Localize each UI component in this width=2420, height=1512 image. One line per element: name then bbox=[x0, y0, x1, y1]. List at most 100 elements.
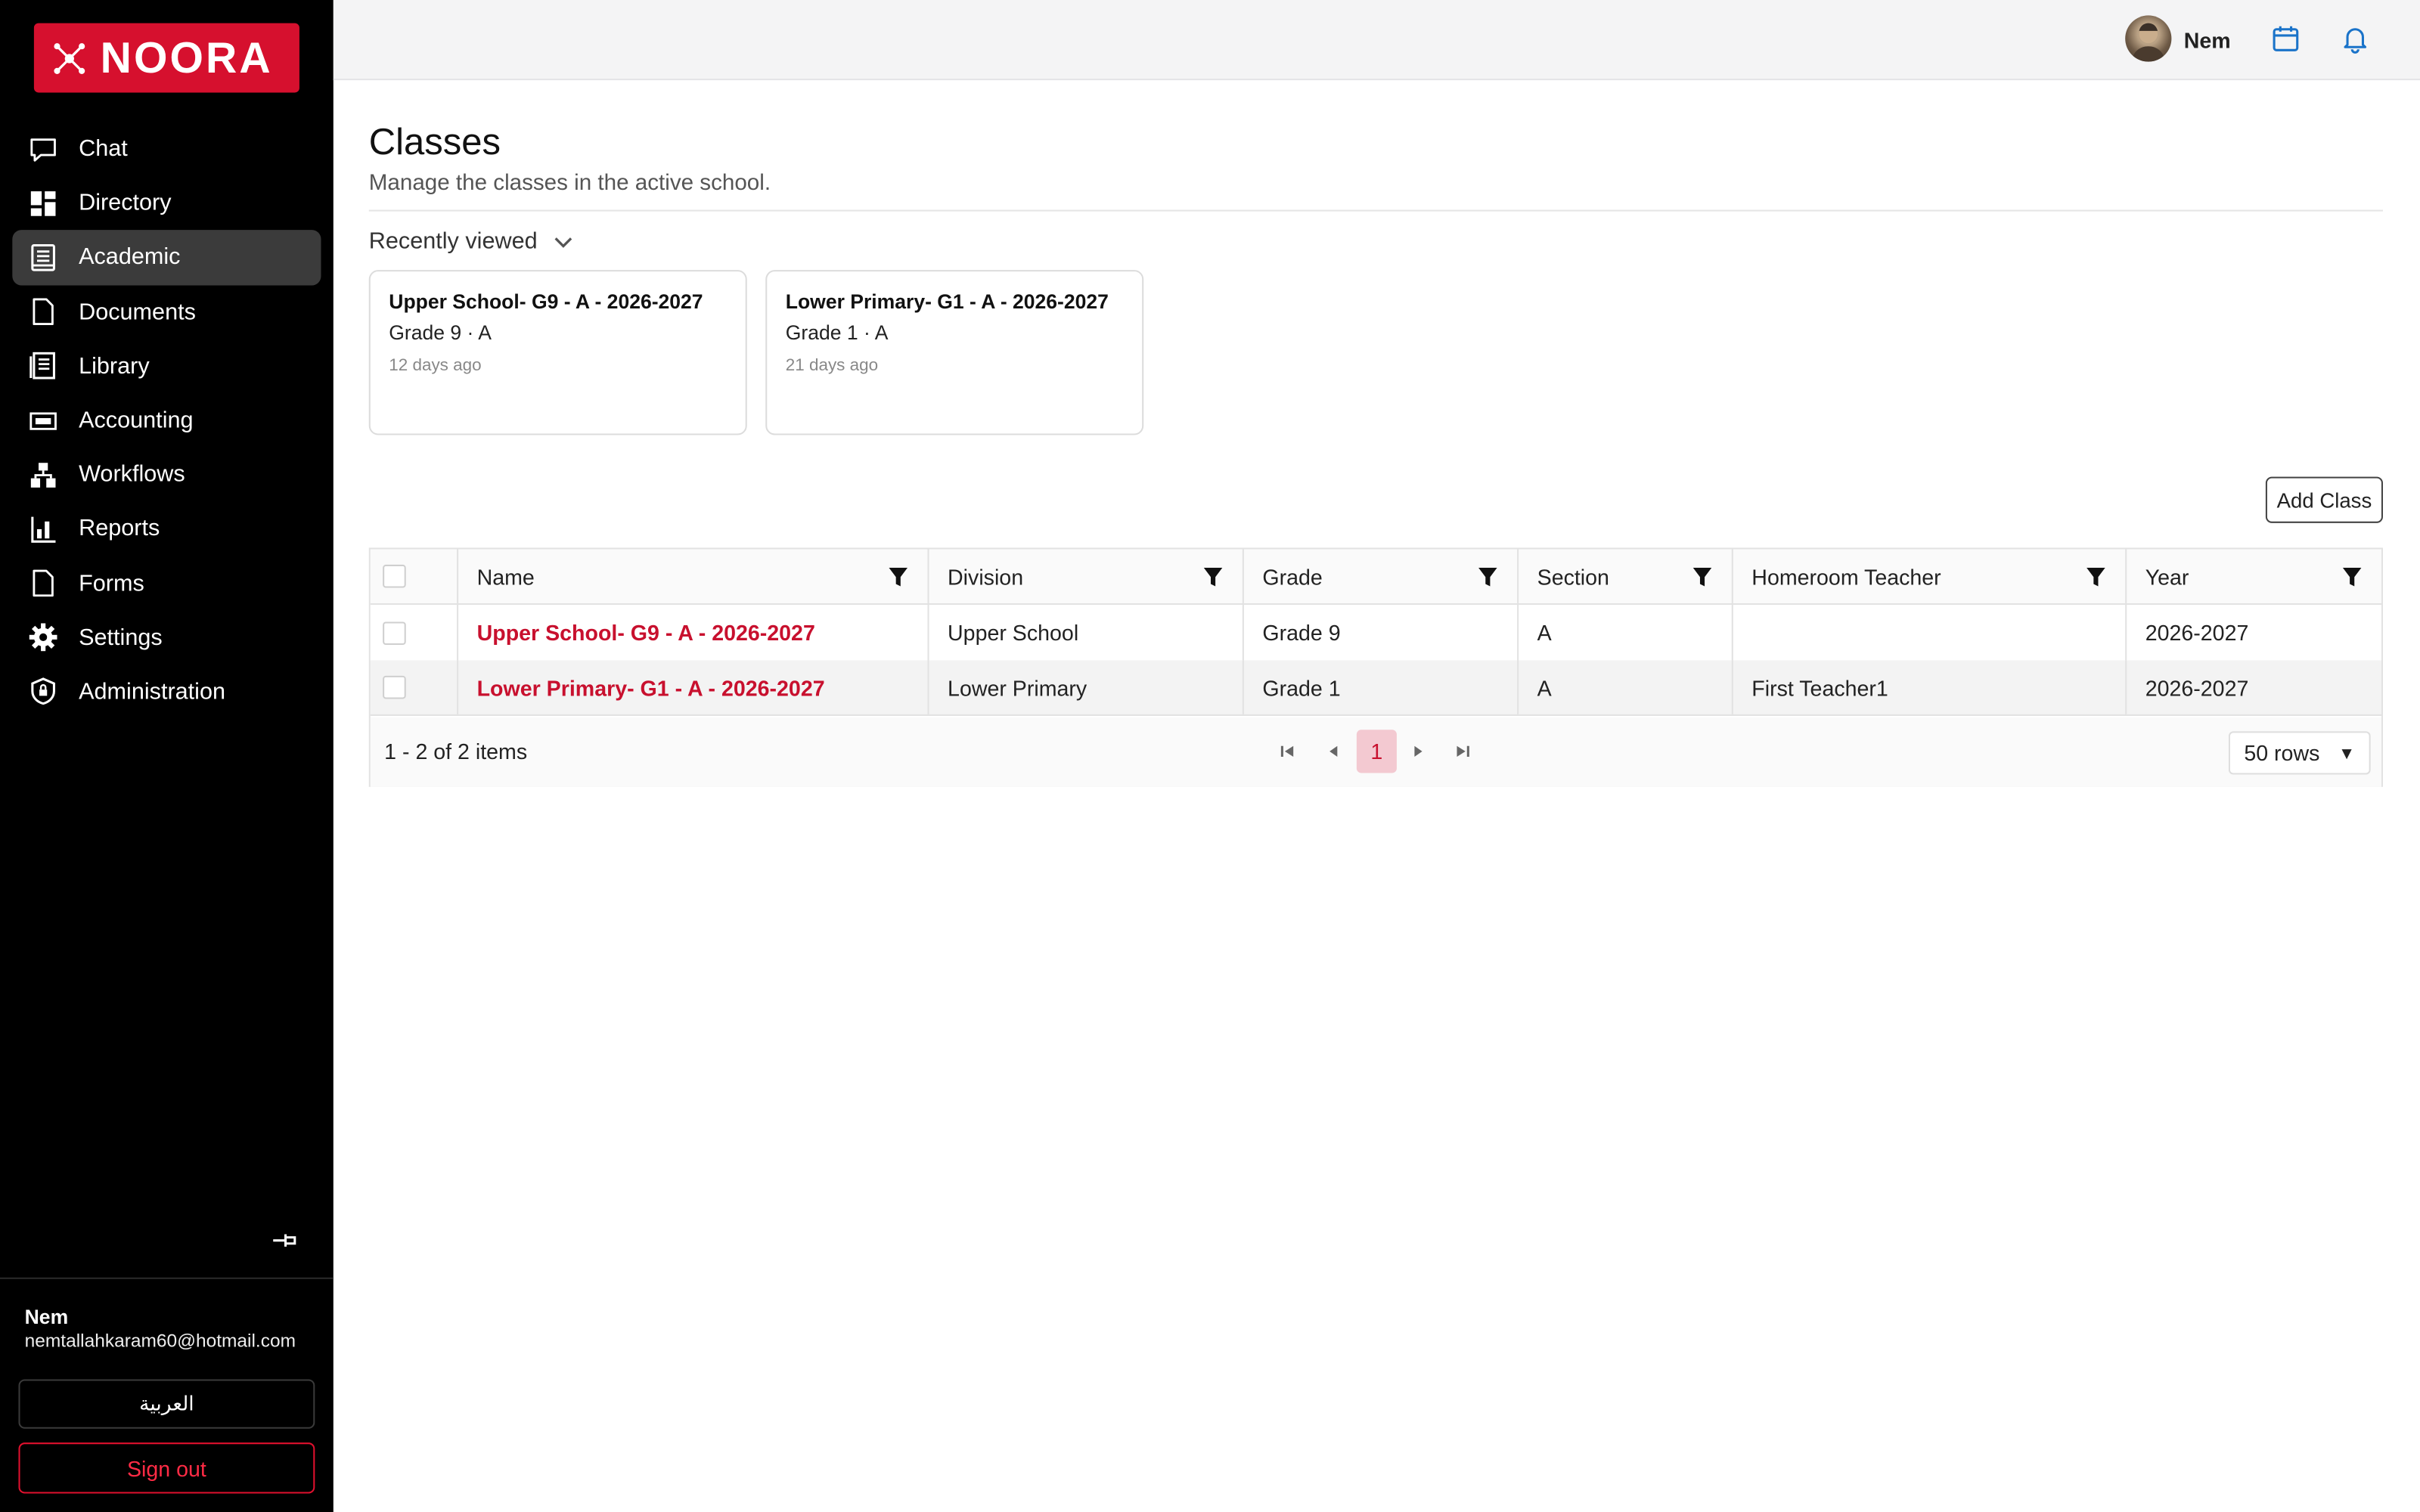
rows-per-page-select[interactable]: 50 rows ▼ bbox=[2228, 731, 2371, 775]
sidebar-user-email: nemtallahkaram60@hotmail.com bbox=[24, 1330, 296, 1352]
sidebar-item-directory[interactable]: Directory bbox=[12, 176, 321, 231]
row-select-cell bbox=[371, 604, 459, 661]
sidebar-item-label: Settings bbox=[79, 624, 163, 651]
column-header-homeroom-teacher[interactable]: Homeroom Teacher bbox=[1733, 549, 2127, 603]
bell-icon[interactable] bbox=[2337, 20, 2374, 57]
column-header-grade[interactable]: Grade bbox=[1244, 549, 1519, 603]
page-number-button[interactable]: 1 bbox=[1356, 730, 1397, 773]
sidebar-user-name: Nem bbox=[24, 1305, 69, 1329]
classes-table: Name Division Grade Section Homeroom Tea… bbox=[368, 547, 2383, 787]
sidebar-item-academic[interactable]: Academic bbox=[12, 230, 321, 285]
add-class-button[interactable]: Add Class bbox=[2265, 476, 2383, 523]
filter-icon[interactable] bbox=[1692, 566, 1714, 588]
logo-text: NOORA bbox=[100, 33, 273, 82]
filter-icon[interactable] bbox=[1477, 566, 1499, 588]
column-header-label: Name bbox=[476, 563, 535, 589]
year-cell: 2026-2027 bbox=[2145, 674, 2249, 700]
money-icon bbox=[28, 405, 59, 436]
top-user-name[interactable]: Nem bbox=[2184, 28, 2231, 53]
sidebar-item-forms[interactable]: Forms bbox=[12, 556, 321, 611]
filter-icon[interactable] bbox=[887, 566, 909, 588]
table-header-row: Name Division Grade Section Homeroom Tea… bbox=[370, 549, 2381, 605]
pager-info: 1 - 2 of 2 items bbox=[384, 739, 528, 764]
shield-icon bbox=[28, 677, 59, 708]
recent-card-time: 21 days ago bbox=[785, 356, 879, 375]
sidebar-item-label: Academic bbox=[79, 244, 181, 271]
previous-page-icon[interactable] bbox=[1320, 738, 1348, 766]
sidebar-item-accounting[interactable]: Accounting bbox=[12, 393, 321, 448]
sidebar-item-workflows[interactable]: Workflows bbox=[12, 448, 321, 502]
sign-out-button[interactable]: Sign out bbox=[18, 1442, 315, 1494]
sidebar-item-label: Documents bbox=[79, 299, 196, 325]
first-page-icon[interactable] bbox=[1274, 738, 1302, 766]
document-icon bbox=[28, 296, 59, 327]
sidebar-item-documents[interactable]: Documents bbox=[12, 285, 321, 339]
avatar[interactable] bbox=[2125, 15, 2172, 62]
sidebar-item-administration[interactable]: Administration bbox=[12, 665, 321, 719]
sidebar-nav: Chat Directory Academic Documents Librar… bbox=[12, 122, 321, 719]
year-cell: 2026-2027 bbox=[2145, 620, 2249, 646]
homeroom-teacher-cell: First Teacher1 bbox=[1733, 660, 2127, 714]
sidebar-item-label: Library bbox=[79, 353, 150, 380]
recent-card[interactable]: Upper School- G9 - A - 2026-2027 Grade 9… bbox=[368, 270, 747, 435]
app-logo[interactable]: NOORA bbox=[33, 23, 299, 93]
column-header-label: Grade bbox=[1262, 563, 1323, 589]
book-icon bbox=[28, 242, 59, 273]
top-bar: Nem bbox=[333, 0, 2420, 81]
sidebar-item-label: Directory bbox=[79, 190, 172, 217]
divider bbox=[368, 209, 2383, 212]
recent-card-subtitle: Grade 9 · A bbox=[389, 321, 492, 345]
last-page-icon[interactable] bbox=[1449, 738, 1477, 766]
sidebar: NOORA Chat Directory Academic Documents … bbox=[0, 0, 334, 1512]
caret-down-icon: ▼ bbox=[2338, 745, 2356, 764]
recently-viewed-toggle[interactable]: Recently viewed bbox=[369, 228, 575, 255]
filter-icon[interactable] bbox=[2341, 566, 2363, 588]
filter-icon[interactable] bbox=[2085, 566, 2107, 588]
class-name-link[interactable]: Lower Primary- G1 - A - 2026-2027 bbox=[458, 660, 929, 714]
recent-card-title: Upper School- G9 - A - 2026-2027 bbox=[389, 290, 703, 314]
column-header-division[interactable]: Division bbox=[929, 549, 1244, 603]
grade-cell: Grade 1 bbox=[1244, 660, 1519, 714]
column-header-name[interactable]: Name bbox=[458, 549, 929, 603]
grid-icon bbox=[28, 188, 59, 219]
language-button[interactable]: العربية bbox=[18, 1379, 315, 1429]
section-cell: A bbox=[1519, 660, 1733, 714]
homeroom-teacher-cell bbox=[1733, 604, 2127, 661]
select-all-checkbox[interactable] bbox=[383, 564, 406, 588]
calendar-icon[interactable] bbox=[2267, 20, 2304, 57]
recent-card-subtitle: Grade 1 · A bbox=[785, 321, 889, 345]
table-row[interactable]: Upper School- G9 - A - 2026-2027 Upper S… bbox=[370, 604, 2381, 661]
form-icon bbox=[28, 568, 59, 599]
reports-icon bbox=[28, 513, 59, 544]
filter-icon[interactable] bbox=[1202, 566, 1224, 588]
library-icon bbox=[28, 351, 59, 382]
column-header-section[interactable]: Section bbox=[1519, 549, 1733, 603]
sidebar-item-label: Chat bbox=[79, 135, 128, 163]
sidebar-item-library[interactable]: Library bbox=[12, 339, 321, 393]
next-page-icon[interactable] bbox=[1404, 738, 1432, 766]
page-subtitle: Manage the classes in the active school. bbox=[368, 171, 771, 197]
chat-icon bbox=[28, 134, 59, 165]
pin-sidebar-icon[interactable] bbox=[270, 1226, 298, 1254]
column-header-year[interactable]: Year bbox=[2127, 550, 2381, 603]
row-checkbox[interactable] bbox=[383, 621, 406, 645]
sidebar-item-reports[interactable]: Reports bbox=[12, 502, 321, 556]
select-all-cell bbox=[371, 549, 459, 603]
recent-card-time: 12 days ago bbox=[389, 356, 482, 375]
recent-card[interactable]: Lower Primary- G1 - A - 2026-2027 Grade … bbox=[765, 270, 1144, 435]
page-title: Classes bbox=[368, 122, 501, 164]
sidebar-item-label: Accounting bbox=[79, 407, 194, 434]
class-name-link[interactable]: Upper School- G9 - A - 2026-2027 bbox=[458, 604, 929, 661]
sidebar-item-settings[interactable]: Settings bbox=[12, 611, 321, 665]
chevron-down-icon bbox=[554, 237, 572, 247]
gear-icon bbox=[28, 622, 59, 653]
column-header-label: Year bbox=[2145, 563, 2189, 589]
recently-viewed-label: Recently viewed bbox=[368, 228, 538, 255]
row-checkbox[interactable] bbox=[383, 675, 406, 699]
division-cell: Lower Primary bbox=[929, 660, 1244, 714]
sidebar-item-label: Workflows bbox=[79, 461, 185, 488]
table-row[interactable]: Lower Primary- G1 - A - 2026-2027 Lower … bbox=[370, 660, 2381, 716]
sidebar-item-chat[interactable]: Chat bbox=[12, 122, 321, 176]
row-select-cell bbox=[371, 660, 459, 714]
grade-cell: Grade 9 bbox=[1244, 604, 1519, 661]
